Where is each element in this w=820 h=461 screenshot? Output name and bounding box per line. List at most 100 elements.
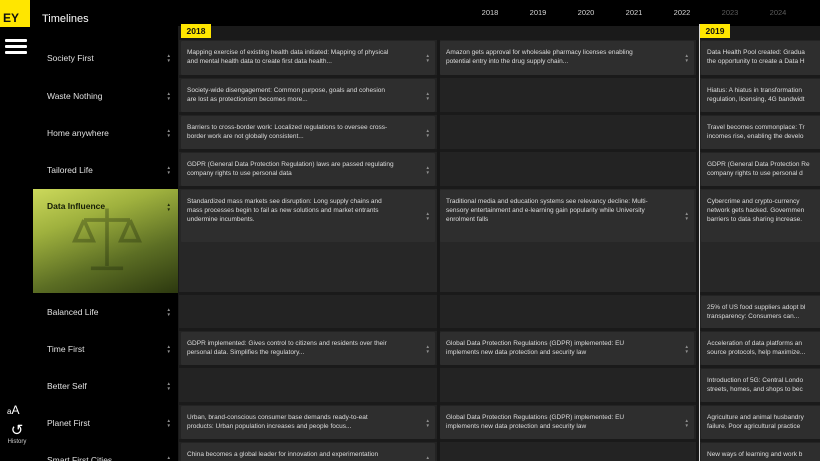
- sidebar-item-time-first[interactable]: Time First ▲ ▼: [33, 331, 178, 366]
- timeline-card[interactable]: Amazon gets approval for wholesale pharm…: [440, 41, 694, 75]
- history-button[interactable]: ↺ History: [3, 422, 31, 446]
- timeline-card[interactable]: Urban, brand-conscious consumer base dem…: [181, 406, 435, 439]
- card-line: streets, homes, and shops to bec: [707, 386, 803, 393]
- sort-icon[interactable]: ▲▼: [685, 344, 689, 354]
- timeline-card[interactable]: Mapping exercise of existing health data…: [181, 41, 435, 75]
- card-line: implements new data protection and secur…: [446, 423, 587, 430]
- timeline-card[interactable]: Society-wide disengagement: Common purpo…: [181, 79, 435, 112]
- sidebar-item-label: Waste Nothing: [47, 90, 103, 101]
- card-text: Agriculture and animal husbandry failure.…: [707, 413, 820, 431]
- sort-icon[interactable]: ▲▼: [426, 91, 430, 101]
- sidebar-item-better-self[interactable]: Better Self ▲ ▼: [33, 368, 178, 403]
- sort-icon[interactable]: ▲▼: [426, 455, 430, 461]
- timeline-card[interactable]: Global Data Protection Regulations (GDPR…: [440, 332, 694, 365]
- timeline-card[interactable]: New ways of learning and work b ▲▼: [701, 443, 820, 461]
- sort-down-icon: ▼: [684, 58, 689, 63]
- sort-icon[interactable]: ▲▼: [426, 211, 430, 221]
- card-text: Amazon gets approval for wholesale pharm…: [446, 48, 680, 66]
- timeline-card[interactable]: GDPR implemented: Gives control to citiz…: [181, 332, 435, 365]
- sort-icon[interactable]: ▲▼: [685, 211, 689, 221]
- sidebar-item-label: Society First: [47, 53, 94, 63]
- timeline-card[interactable]: Cybercrime and crypto-currency network ge…: [701, 190, 820, 242]
- scale-year-2024[interactable]: 2024: [770, 8, 787, 17]
- timeline-card[interactable]: GDPR (General Data Protection Re company …: [701, 153, 820, 186]
- card-line: Amazon gets approval for wholesale pharm…: [446, 49, 633, 56]
- card-line: network gets hacked. Governmen: [707, 207, 805, 214]
- card-text: China becomes a global leader for innova…: [187, 450, 421, 459]
- sidebar-item-society-first[interactable]: Society First ▲ ▼: [33, 40, 178, 76]
- card-text: Traditional media and education systems …: [446, 197, 680, 224]
- card-line: transparency: Consumers can...: [707, 313, 800, 320]
- timeline-card[interactable]: 25% of US food suppliers adopt bl transpa…: [701, 296, 820, 328]
- timeline-card[interactable]: Data Health Pool created: Gradua the oppo…: [701, 41, 820, 75]
- timeline-card[interactable]: China becomes a global leader for innova…: [181, 443, 435, 461]
- sort-down-icon: ▼: [425, 216, 430, 221]
- sidebar-item-balanced-life[interactable]: Balanced Life ▲ ▼: [33, 295, 178, 329]
- timeline-card[interactable]: Standardized mass markets see disruption…: [181, 190, 435, 242]
- sort-icon[interactable]: ▲▼: [685, 418, 689, 428]
- history-icon: ↺: [10, 422, 24, 439]
- sort-icon[interactable]: ▲▼: [426, 53, 430, 63]
- timeline-card[interactable]: GDPR (General Data Protection Regulation…: [181, 153, 435, 186]
- text-size-large: A: [11, 403, 20, 417]
- card-text: Acceleration of data platforms an source …: [707, 339, 820, 357]
- year-badge-2019: 2019: [700, 24, 730, 38]
- card-line: border work are not globally consistent.…: [187, 133, 304, 140]
- sidebar-item-smart-first-cities[interactable]: Smart First Cities ▲▼: [33, 442, 178, 461]
- card-text: Global Data Protection Regulations (GDPR…: [446, 339, 680, 357]
- sidebar-item-waste-nothing[interactable]: Waste Nothing ▲ ▼: [33, 78, 178, 113]
- sort-icon[interactable]: ▲▼: [167, 165, 171, 175]
- card-line: source protocols, help maximize...: [707, 349, 806, 356]
- sort-icon[interactable]: ▲▼: [167, 418, 171, 428]
- scale-year-2021[interactable]: 2021: [626, 8, 643, 17]
- menu-icon[interactable]: [5, 39, 27, 57]
- scale-year-2019[interactable]: 2019: [530, 8, 547, 17]
- sort-icon[interactable]: ▲▼: [167, 53, 171, 63]
- sort-icon[interactable]: ▲▼: [167, 202, 171, 212]
- card-line: implements new data protection and secur…: [446, 349, 587, 356]
- timeline-card[interactable]: Global Data Protection Regulations (GDPR…: [440, 406, 694, 439]
- sort-icon[interactable]: ▲▼: [426, 418, 430, 428]
- sidebar-item-planet-first[interactable]: Planet First ▲ ▼: [33, 405, 178, 440]
- timeline-card[interactable]: Travel becomes commonplace: Tr incomes ri…: [701, 116, 820, 149]
- scale-year-2023[interactable]: 2023: [722, 8, 739, 17]
- card-line: products: Urban population increases and…: [187, 423, 352, 430]
- scale-year-2018[interactable]: 2018: [482, 8, 499, 17]
- timeline-card[interactable]: Agriculture and animal husbandry failure.…: [701, 406, 820, 439]
- timeline-card[interactable]: Barriers to cross-border work: Localized…: [181, 116, 435, 149]
- card-text: GDPR (General Data Protection Regulation…: [187, 160, 421, 178]
- card-line: Global Data Protection Regulations (GDPR…: [446, 414, 625, 421]
- sort-icon[interactable]: ▲▼: [167, 455, 171, 461]
- sort-icon[interactable]: ▲▼: [426, 344, 430, 354]
- sort-icon[interactable]: ▲▼: [167, 128, 171, 138]
- sort-icon[interactable]: ▲▼: [685, 53, 689, 63]
- sidebar-item-data-influence[interactable]: Data Influence ▲ ▼: [33, 189, 178, 293]
- sidebar-item-label: Time First: [47, 343, 85, 354]
- sort-down-icon: ▼: [425, 58, 430, 63]
- sidebar-item-home-anywhere[interactable]: Home anywhere ▲ ▼: [33, 115, 178, 150]
- card-line: failure. Poor agricultural practice: [707, 423, 801, 430]
- sort-icon[interactable]: ▲▼: [426, 128, 430, 138]
- card-line: Travel becomes commonplace: Tr: [707, 124, 805, 131]
- timeline-card[interactable]: Hiatus: A hiatus in transformation regula…: [701, 79, 820, 112]
- card-line: incomes rise, enabling the develo: [707, 133, 804, 140]
- card-text: Urban, brand-conscious consumer base dem…: [187, 413, 421, 431]
- sort-icon[interactable]: ▲▼: [167, 344, 171, 354]
- sidebar-item-tailored-life[interactable]: Tailored Life ▲ ▼: [33, 152, 178, 187]
- page-title: Timelines: [42, 13, 89, 25]
- sort-icon[interactable]: ▲▼: [167, 307, 171, 317]
- sidebar-item-label: Smart First Cities: [47, 455, 113, 461]
- sort-icon[interactable]: ▲▼: [167, 381, 171, 391]
- scale-year-2020[interactable]: 2020: [578, 8, 595, 17]
- timeline-card[interactable]: Acceleration of data platforms an source …: [701, 332, 820, 365]
- timeline-card[interactable]: Traditional media and education systems …: [440, 190, 694, 242]
- timeline-card[interactable]: Introduction of 5G: Central Londo streets…: [701, 369, 820, 402]
- sort-icon[interactable]: ▲▼: [167, 91, 171, 101]
- sort-down-icon: ▼: [166, 58, 171, 63]
- card-line: Cybercrime and crypto-currency: [707, 198, 800, 205]
- card-line: GDPR implemented: Gives control to citiz…: [187, 340, 387, 347]
- card-line: China becomes a global leader for innova…: [187, 451, 379, 458]
- text-size-control[interactable]: aA: [7, 401, 19, 419]
- sort-icon[interactable]: ▲▼: [426, 165, 430, 175]
- scale-year-2022[interactable]: 2022: [674, 8, 691, 17]
